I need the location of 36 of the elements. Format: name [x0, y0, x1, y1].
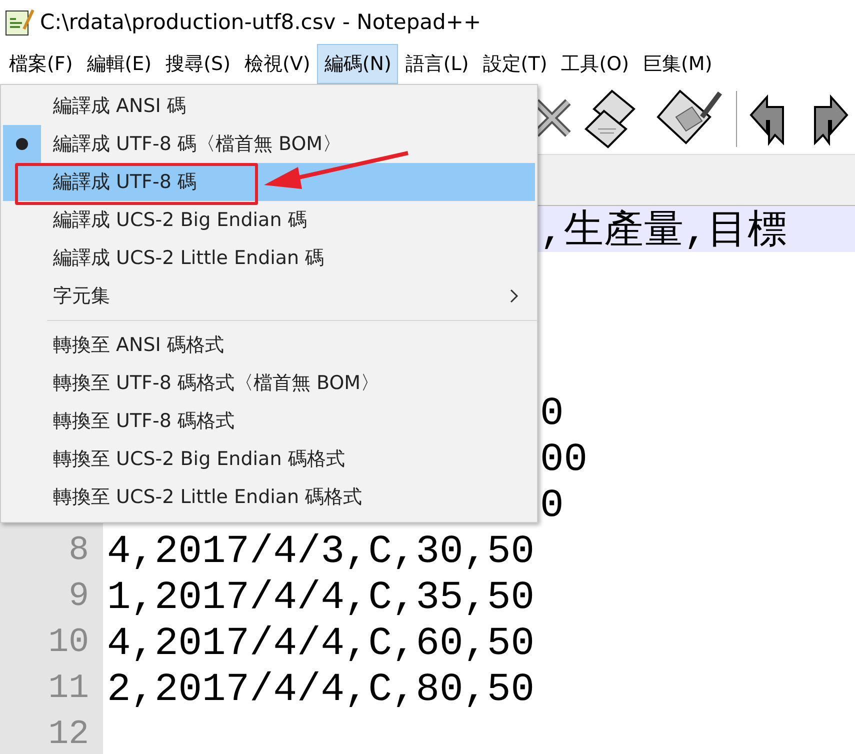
menu-option[interactable]: 轉換至 UTF-8 碼格式〈檔首無 BOM〉: [1, 364, 537, 402]
menu-option[interactable]: 轉換至 UCS-2 Little Endian 碼格式: [1, 478, 537, 516]
code-line: ,生產量,目標: [540, 208, 788, 256]
menu-item[interactable]: 巨集(M): [636, 44, 720, 84]
code-line: 4,2017/4/3,C,30,50: [106, 528, 535, 574]
code-line: 0: [540, 482, 564, 528]
line-number: 9: [68, 578, 89, 616]
menu-item[interactable]: 檢視(V): [238, 44, 318, 84]
menu-item[interactable]: 搜尋(S): [158, 44, 238, 84]
menu-option[interactable]: 編譯成 ANSI 碼: [1, 87, 537, 125]
menu-item[interactable]: 工具(O): [554, 44, 636, 84]
menu-item[interactable]: 語言(L): [398, 44, 476, 84]
menu-option[interactable]: 轉換至 ANSI 碼格式: [1, 326, 537, 364]
chevron-right-icon: [509, 288, 519, 304]
menu-option[interactable]: 編譯成 UTF-8 碼: [3, 163, 535, 201]
code-line: 0: [540, 390, 564, 436]
code-line: 00: [540, 436, 588, 482]
menu-item[interactable]: 編輯(E): [80, 44, 159, 84]
menu-item[interactable]: 設定(T): [476, 44, 554, 84]
code-line: 2,2017/4/4,C,80,50: [106, 666, 535, 712]
menu-option[interactable]: 轉換至 UCS-2 Big Endian 碼格式: [1, 440, 537, 478]
line-number: 10: [48, 624, 89, 662]
menu-item[interactable]: 檔案(F): [2, 44, 80, 84]
line-number: 8: [68, 532, 89, 570]
menu-option[interactable]: 編譯成 UCS-2 Little Endian 碼: [1, 239, 537, 277]
code-line: 4,2017/4/4,C,60,50: [106, 620, 535, 666]
menu-option[interactable]: 字元集: [1, 277, 537, 315]
code-line: 1,2017/4/4,C,35,50: [106, 574, 535, 620]
line-number: 11: [48, 670, 89, 708]
menu-item[interactable]: 編碼(N): [317, 44, 398, 84]
menu-option[interactable]: 編譯成 UCS-2 Big Endian 碼: [1, 201, 537, 239]
menu-option[interactable]: 轉換至 UTF-8 碼格式: [1, 402, 537, 440]
notepad-icon: [4, 7, 34, 37]
window-title: C:\rdata\production-utf8.csv - Notepad++: [40, 10, 482, 34]
line-number: 12: [48, 716, 89, 754]
menu-option[interactable]: 編譯成 UTF-8 碼〈檔首無 BOM〉: [1, 125, 537, 163]
